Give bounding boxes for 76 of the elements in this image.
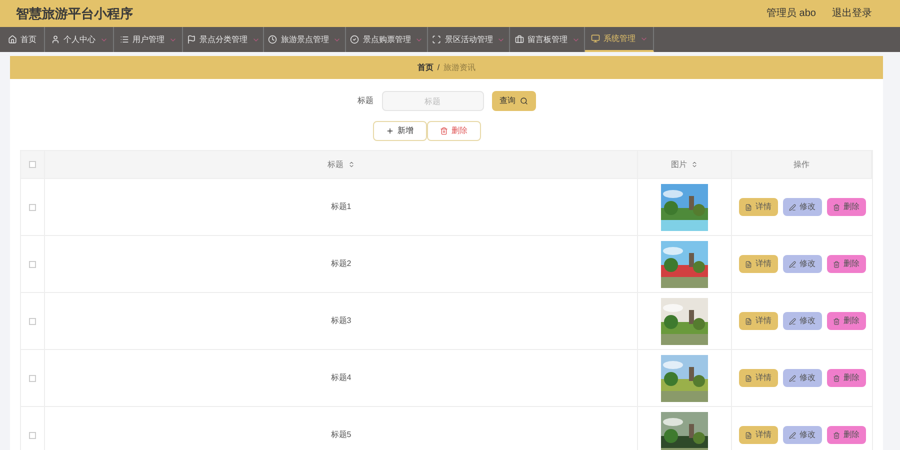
delete-button[interactable]: 删除	[426, 121, 480, 141]
nav-item[interactable]: 系统管理	[585, 27, 654, 52]
home-icon	[8, 35, 16, 44]
plus-icon	[386, 127, 394, 135]
document-icon	[744, 204, 752, 210]
breadcrumb-separator: /	[437, 62, 440, 74]
table-cell: 标题1	[330, 201, 352, 213]
table-cell: 标题4	[330, 372, 352, 384]
logout-link[interactable]: 退出登录	[832, 6, 872, 21]
nav-item[interactable]: 旅游景点管理	[264, 27, 346, 52]
user-name: 管理员 abo	[766, 7, 816, 21]
column-header[interactable]: 标题	[328, 158, 354, 170]
detail-button[interactable]: 详情	[738, 312, 778, 330]
breadcrumb-home[interactable]: 首页	[417, 62, 434, 74]
nav-item[interactable]: 景区活动管理	[428, 27, 510, 52]
document-icon	[744, 260, 752, 268]
frame-icon	[432, 35, 441, 44]
flag-icon	[186, 35, 196, 44]
clock-icon	[268, 35, 277, 44]
pen-icon	[788, 260, 796, 268]
row-delete-button[interactable]: 删除	[826, 312, 866, 330]
search-field[interactable]: 标题	[382, 91, 484, 111]
briefcase-icon	[514, 35, 524, 44]
document-icon	[744, 374, 752, 382]
detail-button[interactable]: 详情	[738, 198, 778, 216]
row-checkbox[interactable]	[29, 260, 36, 268]
pen-icon	[788, 204, 796, 210]
detail-button[interactable]: 详情	[738, 255, 778, 273]
row-checkbox[interactable]	[29, 432, 36, 438]
detail-button[interactable]: 详情	[738, 426, 778, 444]
search-label: 标题	[358, 95, 374, 107]
table-cell: 标题5	[330, 429, 352, 441]
column-header[interactable]: 图片	[671, 158, 698, 170]
app-title: 智慧旅游平台小程序	[16, 4, 133, 23]
column-header: 操作	[794, 158, 810, 170]
pen-icon	[788, 374, 796, 382]
row-delete-button[interactable]: 删除	[826, 255, 866, 273]
add-button[interactable]: 新增	[372, 121, 426, 141]
pen-icon	[788, 318, 796, 324]
edit-button[interactable]: 修改	[782, 369, 822, 387]
nav-item[interactable]: 首页	[0, 27, 45, 52]
edit-button[interactable]: 修改	[782, 426, 822, 444]
document-icon	[744, 432, 752, 438]
trash-icon	[832, 374, 840, 382]
edit-button[interactable]: 修改	[782, 312, 822, 330]
row-delete-button[interactable]: 删除	[826, 369, 866, 387]
row-checkbox[interactable]	[29, 204, 36, 210]
nav-item[interactable]: 用户管理	[114, 27, 183, 52]
user-icon	[50, 35, 60, 44]
trash-icon	[832, 318, 840, 324]
nav-item[interactable]: 景点分类管理	[183, 27, 264, 52]
row-delete-button[interactable]: 删除	[826, 426, 866, 444]
monitor-icon	[590, 34, 600, 43]
row-checkbox[interactable]	[29, 318, 36, 324]
document-icon	[744, 318, 752, 324]
pen-icon	[788, 432, 796, 438]
edit-button[interactable]: 修改	[782, 198, 822, 216]
detail-button[interactable]: 详情	[738, 369, 778, 387]
trash-icon	[832, 260, 840, 268]
trash-icon	[832, 432, 840, 438]
nav-item[interactable]: 个人中心	[45, 27, 114, 52]
nav-item[interactable]: 景点购票管理	[346, 27, 428, 52]
select-all-checkbox[interactable]	[29, 161, 36, 168]
trash-icon	[832, 204, 840, 210]
search-button[interactable]: 查询	[492, 91, 536, 111]
edit-button[interactable]: 修改	[782, 255, 822, 273]
row-checkbox[interactable]	[29, 374, 36, 382]
table-cell: 标题2	[330, 258, 352, 270]
table-cell: 标题3	[330, 315, 352, 327]
row-delete-button[interactable]: 删除	[826, 198, 866, 216]
list-icon	[120, 35, 128, 44]
nav-item[interactable]: 留言板管理	[510, 27, 585, 52]
breadcrumb-current: 旅游资讯	[444, 62, 476, 74]
search-icon	[520, 97, 528, 105]
trash-icon	[440, 127, 448, 135]
check-circle-icon	[350, 35, 359, 44]
